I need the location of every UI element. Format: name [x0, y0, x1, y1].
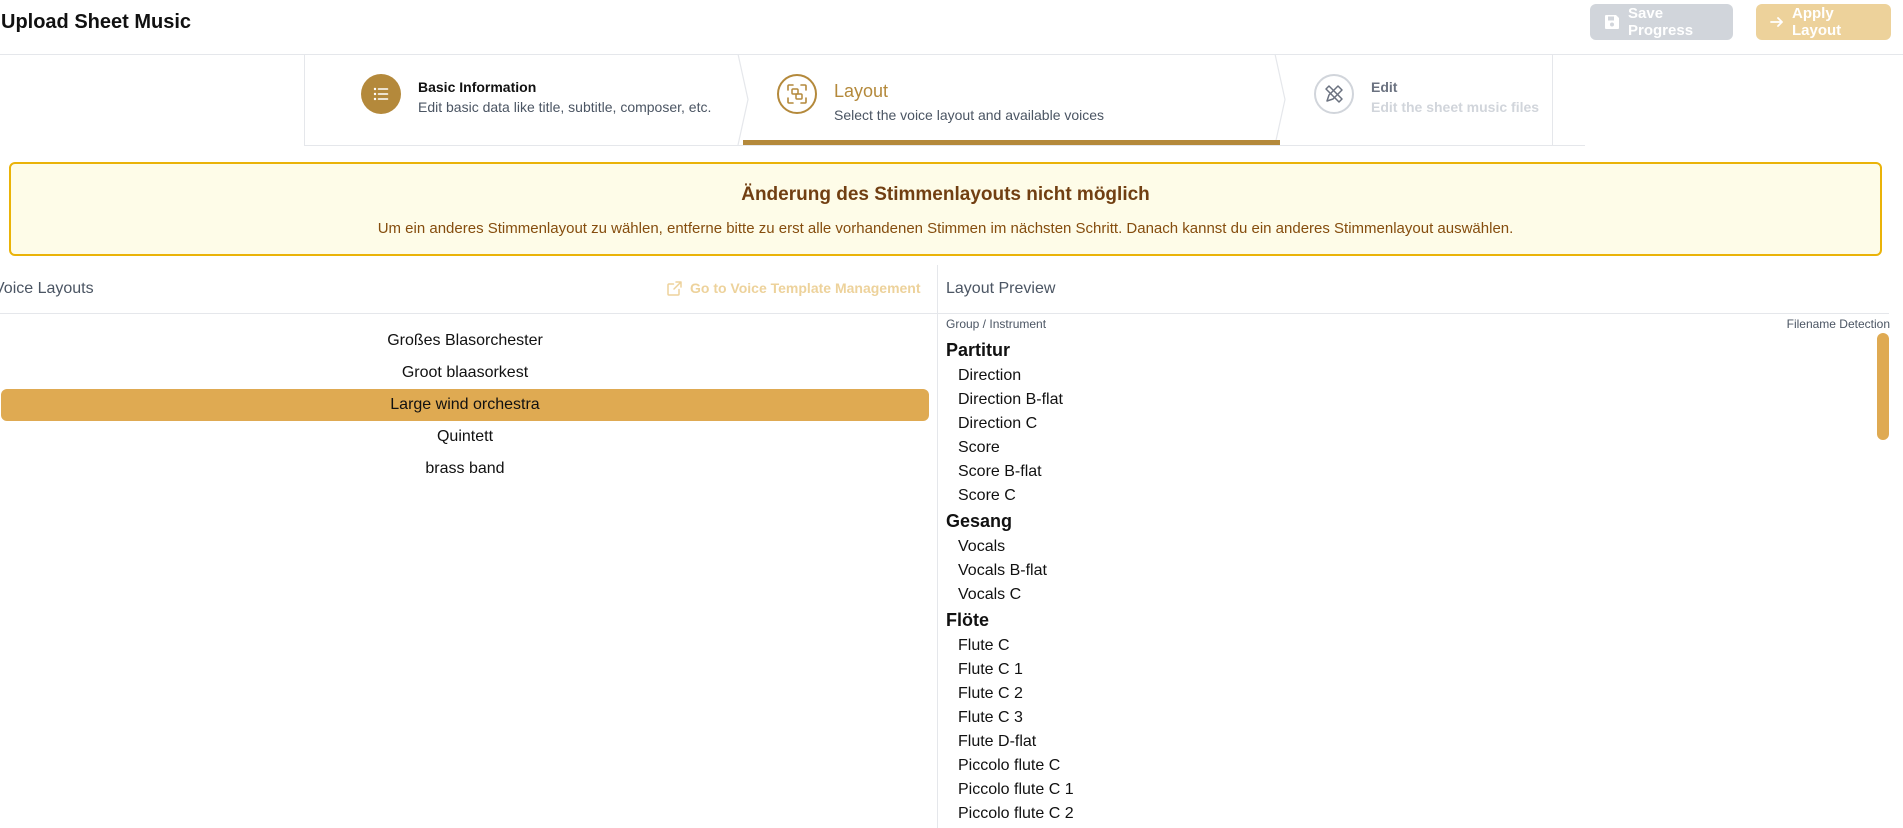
layout-item[interactable]: Großes Blasorchester: [1, 325, 929, 357]
voice-layouts-panel: Voice Layouts Go to Voice Template Manag…: [0, 265, 938, 828]
voice-item: Flute C: [958, 637, 1010, 654]
voice-item: Flute C 2: [958, 685, 1023, 702]
active-step-indicator: [743, 140, 1280, 145]
save-progress-button[interactable]: Save Progress: [1590, 4, 1733, 40]
voice-item: Score: [958, 439, 1000, 456]
save-icon: [1605, 15, 1619, 29]
voice-item: Flute D-flat: [958, 733, 1037, 750]
warning-title: Änderung des Stimmenlayouts nicht möglic…: [741, 184, 1150, 205]
voice-list: Partitur Direction Direction B-flat Dire…: [946, 337, 1846, 826]
voice-item: Vocals B-flat: [958, 562, 1047, 579]
voice-item: Piccolo flute C: [958, 757, 1061, 774]
voice-item: Flute C 1: [958, 661, 1023, 678]
step-edit[interactable]: Edit Edit the sheet music files: [304, 54, 1552, 145]
apply-layout-button[interactable]: Apply Layout: [1756, 4, 1891, 40]
voice-item: Piccolo flute C 2: [958, 805, 1074, 822]
voice-layouts-title: Voice Layouts: [0, 280, 94, 297]
layout-preview-title: Layout Preview: [946, 280, 1056, 297]
save-progress-label: Save Progress: [1628, 5, 1694, 39]
step-divider: [1552, 54, 1553, 145]
layout-item-selected[interactable]: Large wind orchestra: [1, 389, 929, 421]
apply-layout-label: Apply Layout: [1792, 5, 1842, 39]
layout-list: Großes Blasorchester Groot blaasorkest L…: [1, 325, 929, 485]
layout-item[interactable]: brass band: [1, 453, 929, 485]
step-subtitle: Edit the sheet music files: [1371, 99, 1540, 115]
layout-item[interactable]: Groot blaasorkest: [1, 357, 929, 389]
layout-item[interactable]: Quintett: [1, 421, 929, 453]
layout-change-warning: Änderung des Stimmenlayouts nicht möglic…: [9, 162, 1882, 256]
voice-item: Vocals: [958, 538, 1006, 555]
voice-item: Piccolo flute C 1: [958, 781, 1074, 798]
arrow-right-icon: [1770, 17, 1783, 27]
divider: [0, 313, 937, 314]
page-title: Upload Sheet Music: [1, 11, 192, 33]
divider: [938, 313, 1889, 314]
pencil-ruler-icon: [1314, 74, 1354, 114]
voice-item: Score C: [958, 487, 1016, 504]
group-label: Flöte: [946, 610, 989, 630]
group-label: Partitur: [946, 340, 1011, 360]
voice-item: Vocals C: [958, 586, 1022, 603]
app-header: Upload Sheet Music Save Progress Apply L…: [0, 0, 1903, 55]
voice-template-management-label: Go to Voice Template Management: [690, 280, 921, 296]
voice-item: Flute C 3: [958, 709, 1023, 726]
group-label: Gesang: [946, 511, 1013, 531]
layout-preview-panel: Layout Preview Group / Instrument Filena…: [938, 265, 1903, 828]
voice-template-management-link[interactable]: Go to Voice Template Management: [667, 280, 921, 296]
preview-scrollbar[interactable]: [1877, 333, 1889, 440]
voice-item: Direction C: [958, 415, 1038, 432]
warning-text: Um ein anderes Stimmenlayout zu wählen, …: [377, 220, 1514, 237]
voice-item: Direction: [958, 367, 1022, 384]
column-header-filename-detection: Filename Detection: [1786, 317, 1890, 331]
column-header-group-instrument: Group / Instrument: [946, 317, 1047, 331]
external-link-icon: [667, 280, 682, 296]
voice-item: Direction B-flat: [958, 391, 1063, 408]
step-title: Edit: [1371, 79, 1398, 95]
voice-item: Score B-flat: [958, 463, 1042, 480]
stepper: Basic Information Edit basic data like t…: [304, 54, 1585, 146]
